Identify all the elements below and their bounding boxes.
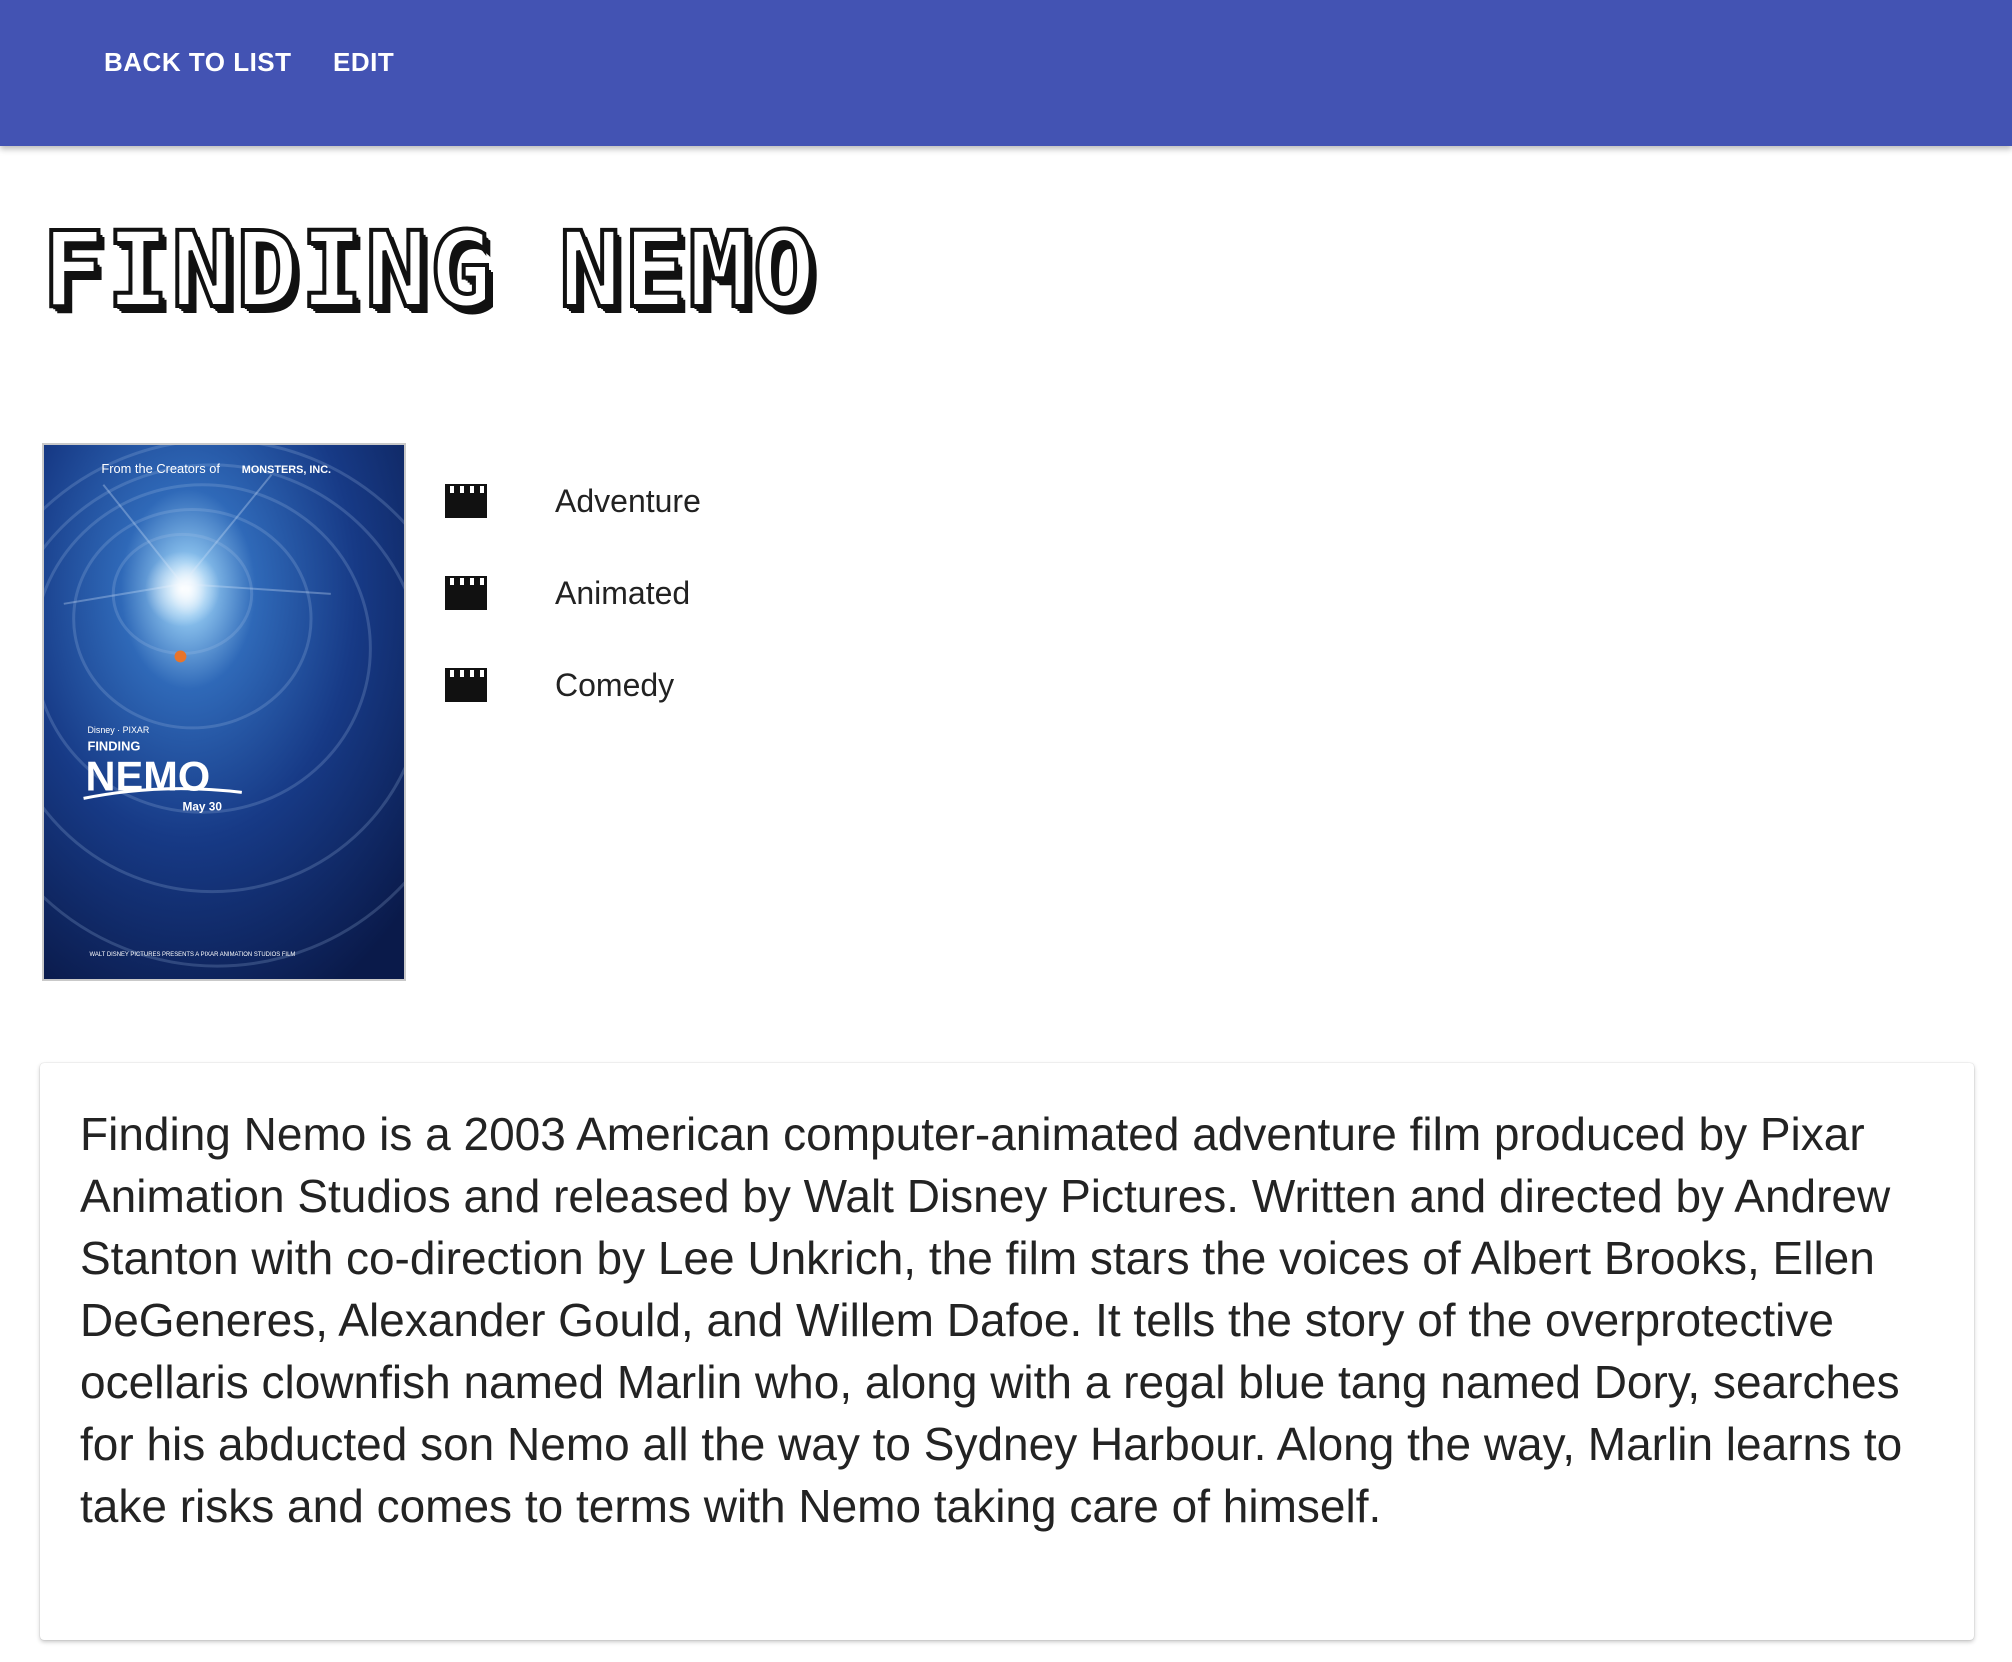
poster-image: From the Creators of MONSTERS, INC. Disn… — [44, 445, 404, 979]
back-to-list-button[interactable]: BACK TO LIST — [104, 42, 292, 82]
app-toolbar: BACK TO LIST EDIT — [0, 0, 2012, 146]
genre-item: Animated — [443, 562, 943, 654]
poster-tagline: From the Creators of — [101, 461, 220, 476]
genre-label: Animated — [555, 575, 691, 611]
poster-studio: Disney · PIXAR — [88, 725, 150, 735]
movie-title: FINDING NEMO — [40, 208, 818, 332]
clapperboard-icon — [445, 576, 487, 610]
poster-brand: MONSTERS, INC. — [242, 464, 331, 476]
movie-description: Finding Nemo is a 2003 American computer… — [80, 1108, 1903, 1532]
genre-label: Comedy — [555, 667, 675, 703]
description-card: Finding Nemo is a 2003 American computer… — [40, 1063, 1974, 1640]
poster-title-large: NEMO — [86, 752, 211, 799]
genre-list: Adventure Animated Comedy — [443, 470, 943, 746]
poster-credits: WALT DISNEY PICTURES PRESENTS A PIXAR AN… — [89, 952, 295, 958]
poster-release-date: May 30 — [182, 799, 222, 813]
genre-label: Adventure — [555, 483, 701, 519]
clapperboard-icon — [445, 668, 487, 702]
genre-item: Adventure — [443, 470, 943, 562]
edit-button[interactable]: EDIT — [333, 42, 394, 82]
clapperboard-icon — [445, 484, 487, 518]
genre-item: Comedy — [443, 654, 943, 746]
movie-poster: From the Creators of MONSTERS, INC. Disn… — [42, 443, 406, 981]
